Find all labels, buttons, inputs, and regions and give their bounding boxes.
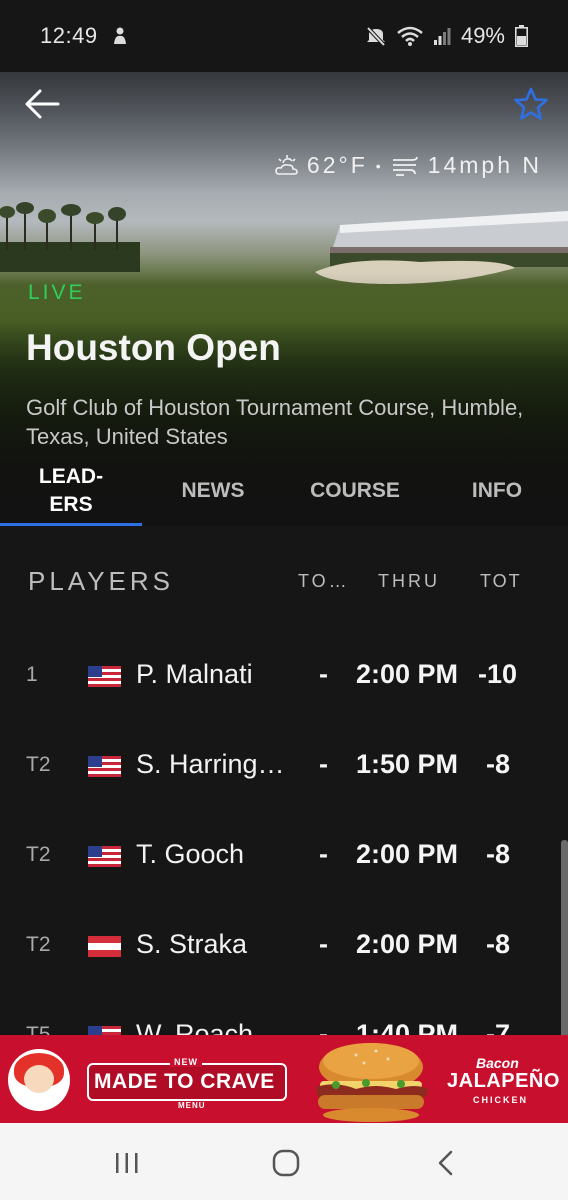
- tab-bar: LEAD- ERS NEWS COURSE INFO: [0, 455, 568, 526]
- column-today[interactable]: TO…: [298, 571, 350, 592]
- wind-icon: [392, 156, 418, 176]
- ad-product-sub: CHICKEN: [473, 1095, 529, 1105]
- table-row[interactable]: 1 P. Malnati - 2:00 PM -10: [0, 630, 568, 720]
- player-name: W. Roach: [136, 1019, 254, 1035]
- player-position: T2: [26, 933, 51, 956]
- ad-product-name: JALAPEÑO: [447, 1070, 560, 1092]
- usa-flag-icon: [88, 846, 121, 867]
- scrollbar[interactable]: [561, 840, 568, 1060]
- venue-text: Golf Club of Houston Tournament Course, …: [26, 395, 524, 449]
- recent-apps-icon[interactable]: [112, 1149, 142, 1177]
- player-today: -: [319, 929, 328, 959]
- battery-percent: 49%: [460, 23, 505, 48]
- player-name: S. Harring…: [136, 749, 285, 779]
- table-row[interactable]: T2 S. Harring… - 1:50 PM -8: [0, 720, 568, 810]
- player-total: -7: [486, 1019, 511, 1035]
- trees-graphic: [0, 202, 140, 272]
- player-thru: 2:00 PM: [356, 659, 459, 689]
- ad-banner[interactable]: NEW MADE TO CRAVE MENU Bacon JALAPEÑO CH…: [0, 1035, 568, 1123]
- player-thru: 2:00 PM: [356, 839, 459, 869]
- leaderboard: PLAYERS TO… THRU TOT 1 P. Malnati - 2:00…: [0, 526, 568, 1035]
- player-name: S. Straka: [136, 929, 248, 959]
- table-row[interactable]: T5 W. Roach - 1:40 PM -7: [0, 990, 568, 1035]
- player-today: -: [319, 839, 328, 869]
- tab-news-label: NEWS: [181, 478, 245, 502]
- battery-icon: [515, 25, 528, 47]
- mute-icon: [366, 26, 386, 47]
- system-nav-bar: [0, 1123, 568, 1200]
- tab-info[interactable]: INFO: [426, 455, 568, 526]
- player-total: -8: [486, 749, 511, 779]
- player-thru: 2:00 PM: [356, 929, 459, 959]
- star-icon[interactable]: [513, 86, 549, 122]
- player-thru: 1:40 PM: [356, 1019, 459, 1035]
- wifi-icon: [397, 26, 423, 46]
- player-total: -8: [486, 839, 511, 869]
- sandwich-image: [316, 1043, 428, 1122]
- home-icon[interactable]: [271, 1149, 301, 1177]
- tab-leaders[interactable]: LEAD- ERS: [0, 455, 142, 526]
- player-total: -10: [478, 659, 518, 689]
- weather-separator: •: [375, 157, 384, 174]
- player-name: T. Gooch: [136, 839, 245, 869]
- back-arrow-icon[interactable]: [22, 86, 62, 122]
- tab-leaders-label: LEAD- ERS: [38, 464, 104, 516]
- ad-headline: MADE TO CRAVE: [94, 1070, 275, 1093]
- player-today: -: [319, 1019, 328, 1035]
- usa-flag-icon: [88, 1026, 121, 1035]
- tab-course-label: COURSE: [310, 478, 400, 502]
- usa-flag-icon: [88, 666, 121, 687]
- temperature: 62°F: [306, 152, 368, 178]
- player-total: -8: [486, 929, 511, 959]
- table-row[interactable]: T2 S. Straka - 2:00 PM -8: [0, 900, 568, 990]
- ad-menu-label: MENU: [174, 1101, 210, 1110]
- austria-flag-icon: [88, 936, 121, 957]
- notification-icon: [113, 27, 126, 44]
- logo-face: [24, 1065, 54, 1093]
- partly-cloudy-icon: [275, 154, 298, 175]
- column-thru[interactable]: THRU: [378, 571, 440, 592]
- status-time: 12:49: [40, 23, 98, 48]
- live-status: LIVE: [28, 281, 86, 304]
- back-icon[interactable]: [431, 1149, 461, 1177]
- column-players[interactable]: PLAYERS: [28, 566, 174, 597]
- ad-bacon-label: Bacon: [476, 1055, 519, 1071]
- column-tot[interactable]: TOT: [480, 571, 522, 592]
- page-title: Houston Open: [26, 327, 281, 368]
- leaderboard-header: PLAYERS TO… THRU TOT: [0, 566, 568, 606]
- player-position: 1: [26, 663, 38, 686]
- player-today: -: [319, 659, 328, 689]
- player-thru: 1:50 PM: [356, 749, 459, 779]
- ad-new-label: NEW: [170, 1057, 202, 1067]
- tab-news[interactable]: NEWS: [142, 455, 284, 526]
- tab-course[interactable]: COURSE: [284, 455, 426, 526]
- player-today: -: [319, 749, 328, 779]
- tab-info-label: INFO: [471, 478, 523, 502]
- player-name: P. Malnati: [136, 659, 253, 689]
- signal-icon: [433, 28, 451, 45]
- player-position: T2: [26, 753, 51, 776]
- weather-info: 62°F • 14mph N: [275, 152, 542, 179]
- player-position: T5: [26, 1023, 51, 1035]
- status-bar: 12:49 49%: [0, 0, 568, 72]
- wind-speed: 14mph N: [427, 152, 542, 178]
- usa-flag-icon: [88, 756, 121, 777]
- table-row[interactable]: T2 T. Gooch - 2:00 PM -8: [0, 810, 568, 900]
- player-position: T2: [26, 843, 51, 866]
